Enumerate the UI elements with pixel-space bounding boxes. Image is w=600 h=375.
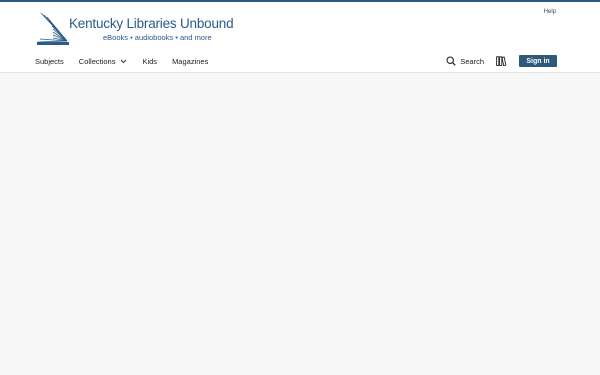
search-icon [446,56,456,66]
main-nav: Subjects Collections Kids Magazines [35,57,223,66]
nav-magazines[interactable]: Magazines [172,57,208,66]
nav-subjects[interactable]: Subjects [35,57,64,66]
help-link[interactable]: Help [544,9,556,15]
nav-magazines-label: Magazines [172,57,209,66]
chevron-down-icon [121,59,127,64]
header-tools: Search Sign in [446,55,557,67]
nav-kids-label: Kids [142,57,158,66]
logo-title: Kentucky Libraries Unbound [69,16,234,31]
nav-collections[interactable]: Collections [79,57,128,66]
nav-subjects-label: Subjects [35,57,64,66]
sign-in-button[interactable]: Sign in [519,55,557,67]
search-label: Search [460,56,484,66]
bookshelf-icon [496,56,507,66]
logo-subtitle: eBooks • audiobooks • and more [103,33,212,42]
search-button[interactable]: Search [446,56,484,66]
nav-kids[interactable]: Kids [142,57,157,66]
nav-collections-label: Collections [78,57,116,66]
site-header: Help Kentucky Libraries Unbound eBooks •… [0,2,600,73]
bookshelf-button[interactable] [496,56,507,66]
library-logo[interactable]: Kentucky Libraries Unbound eBooks • audi… [37,11,237,47]
book-logo-icon [37,12,69,45]
